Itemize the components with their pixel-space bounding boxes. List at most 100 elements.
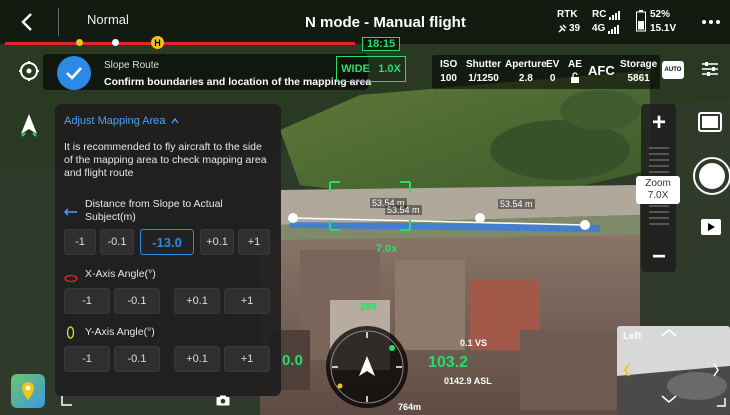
battery-voltage: 15.1V: [650, 23, 677, 34]
aircraft-arrow-icon: [21, 114, 37, 137]
y-axis-stepper: -1 -0.1 +0.1 +1: [64, 346, 270, 374]
zoom-indicator[interactable]: Zoom 7.0X: [636, 176, 680, 204]
distance-minus-0.1-button[interactable]: -0.1: [100, 229, 134, 255]
shutter-button[interactable]: [693, 157, 730, 195]
camera-settings-button[interactable]: [700, 59, 720, 84]
distance-tag: 53.54 m: [498, 199, 535, 209]
map-toggle-button[interactable]: [11, 374, 45, 408]
rc-label: RC: [592, 9, 607, 20]
ae-label: AE: [568, 59, 582, 70]
home-point-badge: H: [151, 36, 164, 49]
y-plus-1-button[interactable]: +1: [224, 346, 270, 372]
target-zoom-label: 7.0x: [376, 243, 398, 255]
shutter-setting[interactable]: Shutter 1/1250: [466, 58, 501, 86]
storage-label: Storage: [620, 59, 658, 70]
timeline-marker: [112, 39, 119, 46]
distance-icon: [63, 203, 78, 221]
battery-status[interactable]: 52% 15.1V: [650, 8, 676, 36]
panel-header-toggle[interactable]: Adjust Mapping Area: [64, 115, 179, 127]
aircraft-attitude-button[interactable]: [14, 110, 44, 140]
rtk-label: RTK: [557, 9, 578, 20]
shutter-icon: [699, 163, 725, 189]
rtk-status[interactable]: RTK 39: [557, 8, 580, 36]
y-minus-0.1-button[interactable]: -0.1: [114, 346, 160, 372]
distance-minus-1-button[interactable]: -1: [64, 229, 96, 255]
satellite-icon: [558, 24, 567, 33]
distance-home-readout: 764m: [398, 402, 422, 412]
banner-title: Slope Route: [104, 60, 160, 71]
aperture-setting[interactable]: Aperture 2.8: [505, 58, 547, 86]
distance-stepper: -1 -0.1 -13.0 +0.1 +1: [64, 229, 270, 257]
page-title: N mode - Manual flight: [305, 14, 466, 31]
lens-switch[interactable]: WIDE 1.0X: [336, 56, 406, 82]
ev-label: EV: [546, 59, 560, 70]
banner-message: Confirm boundaries and location of the m…: [104, 76, 372, 88]
x-minus-1-button[interactable]: -1: [64, 288, 110, 314]
chevron-up-icon: [170, 118, 179, 124]
lens-zoom-label: 1.0X: [378, 63, 401, 75]
panel-description: It is recommended to fly aircraft to the…: [64, 141, 267, 179]
ae-lock-setting[interactable]: AE: [568, 58, 582, 88]
storage-value: 5861: [627, 73, 650, 84]
flight-time: 18:15: [362, 37, 401, 51]
auto-camera-icon[interactable]: AUTO: [662, 61, 684, 79]
lock-open-icon: [570, 72, 579, 83]
iso-value: 100: [440, 73, 457, 84]
ev-setting[interactable]: EV 0: [546, 58, 559, 86]
display-mode-button[interactable]: [698, 112, 722, 137]
play-icon: [701, 219, 721, 235]
y-axis-label: Y-Axis Angle(°): [85, 326, 155, 338]
rtk-value: 39: [569, 23, 581, 34]
back-chevron-icon: [21, 13, 32, 31]
x-axis-label: X-Axis Angle(°): [85, 268, 156, 280]
pip-view[interactable]: Left: [617, 326, 730, 415]
horizontal-speed-readout: 0.0: [282, 352, 303, 369]
x-minus-0.1-button[interactable]: -0.1: [114, 288, 160, 314]
zoom-label: Zoom: [645, 178, 671, 189]
distance-label: Distance from Slope to Actual Subject(m): [85, 198, 223, 223]
iso-label: ISO: [440, 59, 458, 70]
confirm-button[interactable]: [57, 56, 91, 90]
playback-button[interactable]: [700, 218, 722, 241]
x-plus-1-button[interactable]: +1: [224, 288, 270, 314]
map-pin-icon: [22, 382, 34, 400]
heading-readout: 298: [360, 302, 377, 313]
vertical-speed-readout: 0.1 VS: [460, 338, 488, 348]
iso-setting[interactable]: ISO 100: [440, 58, 457, 86]
zoom-in-button[interactable]: +: [640, 104, 678, 142]
split-screen-icon: [698, 112, 722, 132]
rc-signal-status[interactable]: RC 4G: [592, 8, 621, 36]
aperture-label: Aperture: [505, 59, 547, 70]
locate-button[interactable]: [14, 56, 44, 86]
more-button[interactable]: [698, 12, 724, 32]
zoom-value: 7.0X: [647, 190, 669, 201]
zoom-out-button[interactable]: −: [640, 238, 678, 276]
asl-readout: 0142.9 ASL: [444, 376, 492, 386]
y-minus-1-button[interactable]: -1: [64, 346, 110, 372]
back-button[interactable]: [14, 10, 40, 34]
distance-plus-0.1-button[interactable]: +0.1: [200, 229, 234, 255]
focus-mode[interactable]: AFC: [588, 64, 615, 78]
signal-bars-icon: [609, 10, 621, 20]
x-plus-0.1-button[interactable]: +0.1: [174, 288, 220, 314]
more-dots-icon: [702, 20, 720, 24]
screenshot-camera-icon[interactable]: [216, 393, 230, 411]
ev-value: 0: [549, 73, 556, 84]
panel-header: Adjust Mapping Area: [64, 115, 166, 127]
altitude-readout: 103.2: [428, 354, 469, 371]
storage-status[interactable]: Storage 5861: [620, 58, 657, 86]
compass-dial[interactable]: [326, 326, 408, 408]
divider: [58, 8, 59, 36]
shutter-value: 1/1250: [468, 73, 499, 84]
flight-mode-label[interactable]: Normal: [87, 12, 129, 27]
battery-percent: 52%: [650, 9, 671, 20]
x-axis-stepper: -1 -0.1 +0.1 +1: [64, 288, 270, 316]
camera-settings-strip[interactable]: ISO 100 Shutter 1/1250 Aperture 2.8 EV 0…: [432, 55, 660, 89]
timeline-marker: [76, 39, 83, 46]
distance-value-input[interactable]: -13.0: [140, 229, 194, 255]
rc-network: 4G: [592, 23, 606, 34]
distance-plus-1-button[interactable]: +1: [238, 229, 270, 255]
y-plus-0.1-button[interactable]: +0.1: [174, 346, 220, 372]
battery-icon: [636, 10, 646, 37]
shutter-label: Shutter: [466, 59, 501, 70]
